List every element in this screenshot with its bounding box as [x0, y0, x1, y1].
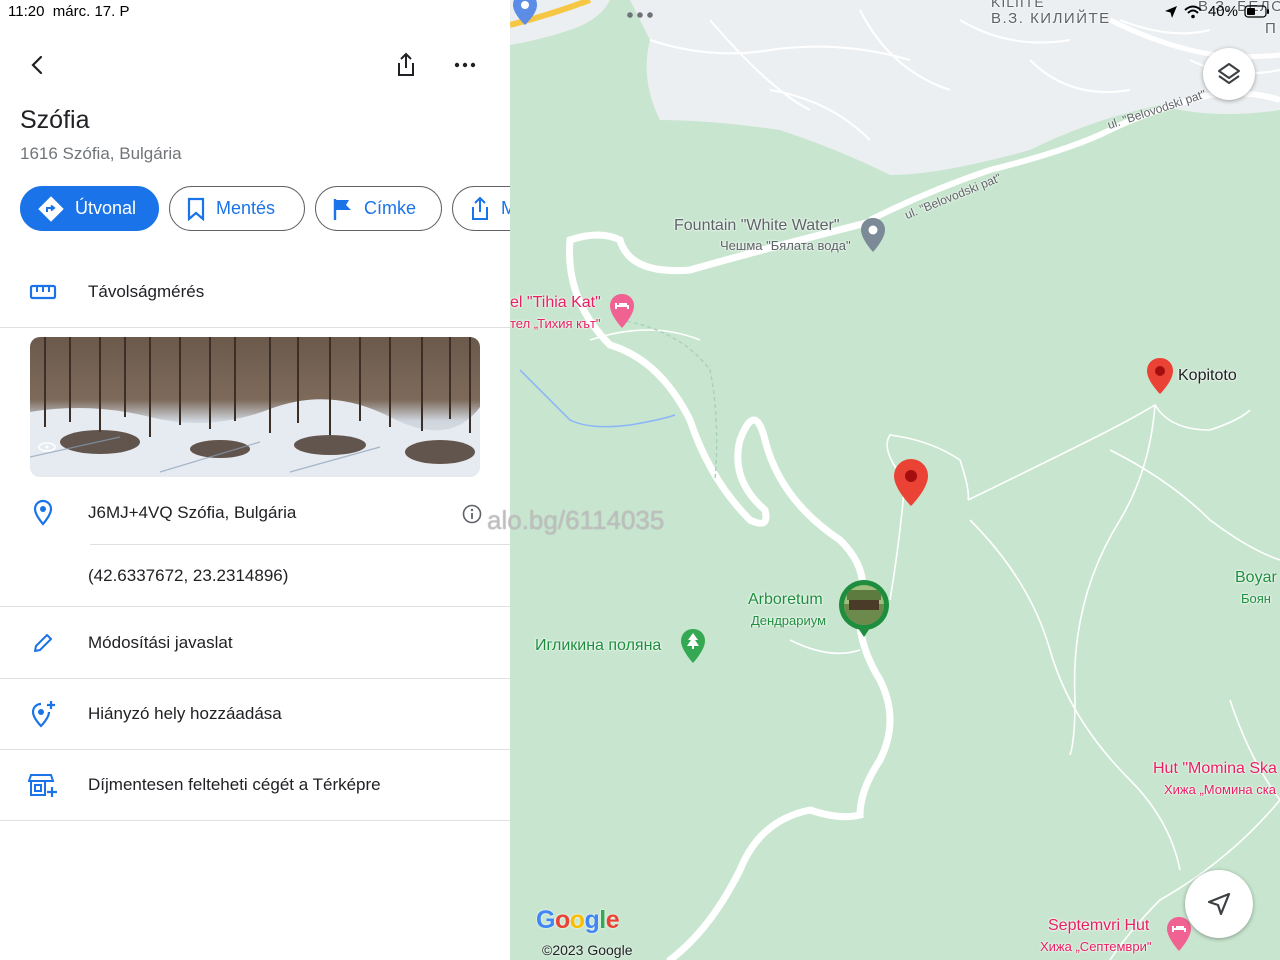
- wifi-icon: [1184, 5, 1202, 18]
- add-location-icon: [31, 701, 55, 728]
- share-button[interactable]: [384, 43, 428, 87]
- district-label: П: [1265, 20, 1276, 37]
- poi-hotel-sublabel: тел „Тихия кът": [510, 316, 601, 331]
- directions-label: Útvonal: [75, 198, 137, 218]
- poi-arboretum-label[interactable]: Arboretum: [748, 591, 823, 609]
- kopitoto-pin-icon[interactable]: [1146, 357, 1174, 395]
- coordinates-row[interactable]: (42.6337672, 23.2314896): [0, 553, 510, 599]
- marker-pointer: [858, 628, 870, 637]
- plus-code-row[interactable]: J6MJ+4VQ Szófia, Bulgária: [0, 490, 510, 536]
- my-location-button[interactable]: [1185, 870, 1253, 938]
- label-button[interactable]: Címke: [315, 186, 442, 231]
- add-business-icon: [28, 774, 57, 797]
- measure-distance-label: Távolságmérés: [88, 282, 205, 301]
- fountain-pin-icon[interactable]: [860, 217, 886, 253]
- suggest-edit-row[interactable]: Módosítási javaslat: [0, 620, 510, 666]
- chevron-left-icon: [31, 55, 43, 75]
- district-label: В.З. КИЛИЙТЕ: [991, 10, 1111, 27]
- place-title: Szófia: [20, 106, 90, 134]
- divider: [0, 327, 510, 328]
- pencil-icon: [34, 634, 52, 652]
- poi-arboretum-sublabel: Дендрариум: [751, 613, 827, 628]
- clock: 11:20: [8, 3, 45, 20]
- ruler-icon: [29, 284, 57, 300]
- divider: [0, 749, 510, 750]
- share-chip-label: M: [501, 198, 510, 219]
- measure-distance-row[interactable]: Távolságmérés: [0, 266, 510, 318]
- arboretum-photo-marker[interactable]: [839, 580, 889, 630]
- share-icon: [398, 52, 414, 76]
- poi-kopitoto-label[interactable]: Kopitoto: [1178, 367, 1237, 385]
- poi-fountain-label[interactable]: Fountain "White Water": [674, 217, 840, 235]
- battery-icon: [1244, 5, 1269, 18]
- back-button[interactable]: [16, 43, 60, 87]
- poi-boyana-label[interactable]: Boyar: [1235, 569, 1277, 587]
- poi-septemvri-label[interactable]: Septemvri Hut: [1048, 917, 1149, 935]
- watermark: alo.bg/6114035: [487, 505, 665, 535]
- hotel-pin-icon[interactable]: [1166, 916, 1192, 952]
- copyright-label: ©2023 Google: [542, 942, 633, 958]
- status-date: márc. 17. P: [52, 3, 130, 20]
- selected-location-pin-icon[interactable]: [893, 458, 929, 508]
- status-icons: 40%: [1164, 3, 1270, 20]
- poi-momina-sublabel: Хижа „Момина ска: [1164, 782, 1276, 797]
- more-button[interactable]: [443, 43, 487, 87]
- place-photo[interactable]: [30, 337, 480, 477]
- location-services-icon: [1164, 5, 1177, 18]
- street-view-photo: [30, 337, 480, 477]
- share-icon: [472, 196, 488, 220]
- coordinates-label: (42.6337672, 23.2314896): [88, 566, 289, 585]
- status-time: 11:20 márc. 17. P: [8, 3, 129, 20]
- street-view-360-icon: [38, 442, 56, 452]
- divider: [90, 544, 510, 545]
- arboretum-thumbnail: [844, 585, 884, 625]
- add-missing-place-label: Hiányzó hely hozzáadása: [88, 704, 282, 723]
- label-label: Címke: [364, 198, 417, 218]
- flag-icon: [333, 198, 351, 220]
- add-missing-place-row[interactable]: Hiányzó hely hozzáadása: [0, 691, 510, 737]
- poi-momina-label[interactable]: Hut "Momina Ska: [1153, 760, 1277, 778]
- navigation-arrow-icon: [1207, 892, 1231, 916]
- battery-percent: 40%: [1207, 3, 1238, 20]
- plus-code-label: J6MJ+4VQ Szófia, Bulgária: [88, 503, 297, 522]
- layers-icon: [1218, 63, 1240, 84]
- add-business-row[interactable]: Díjmentesen felteheti cégét a Térképre: [0, 762, 510, 808]
- poi-pin-icon[interactable]: [512, 0, 538, 26]
- multitasking-dots-icon[interactable]: [626, 11, 656, 19]
- suggest-edit-label: Módosítási javaslat: [88, 633, 233, 652]
- park-pin-icon[interactable]: [680, 628, 706, 664]
- more-horizontal-icon: [454, 62, 476, 68]
- hotel-pin-icon[interactable]: [609, 293, 635, 329]
- location-pin-icon: [33, 499, 53, 526]
- save-label: Mentés: [216, 198, 276, 218]
- divider: [0, 678, 510, 679]
- add-business-label: Díjmentesen felteheti cégét a Térképre: [88, 775, 381, 794]
- poi-hotel-label[interactable]: el "Tihia Kat": [510, 294, 601, 312]
- poi-iglikina-label[interactable]: Игликина поляна: [535, 637, 661, 655]
- share-chip-button[interactable]: M: [452, 186, 510, 231]
- poi-boyana-sublabel: Боян: [1241, 591, 1271, 606]
- poi-septemvri-sublabel: Хижа „Септември": [1040, 939, 1152, 954]
- directions-button[interactable]: Útvonal: [20, 186, 159, 231]
- layers-button[interactable]: [1203, 48, 1255, 100]
- district-label: KILIITE: [991, 0, 1045, 10]
- divider: [0, 820, 510, 821]
- info-icon: [462, 504, 482, 524]
- divider: [0, 606, 510, 607]
- save-button[interactable]: Mentés: [169, 186, 305, 231]
- place-panel: 11:20 márc. 17. P Szófia 1616 Szófia, Bu…: [0, 0, 510, 960]
- poi-fountain-sublabel: Чешма "Бялата вода": [720, 238, 851, 253]
- map-view[interactable]: KILIITE В.З. КИЛИЙТЕ В.З. БЕЛО П ul. "Be…: [510, 0, 1280, 960]
- google-logo: Google: [536, 906, 620, 934]
- place-address: 1616 Szófia, Bulgária: [20, 144, 182, 163]
- bookmark-icon: [187, 197, 205, 221]
- directions-icon: [38, 195, 64, 222]
